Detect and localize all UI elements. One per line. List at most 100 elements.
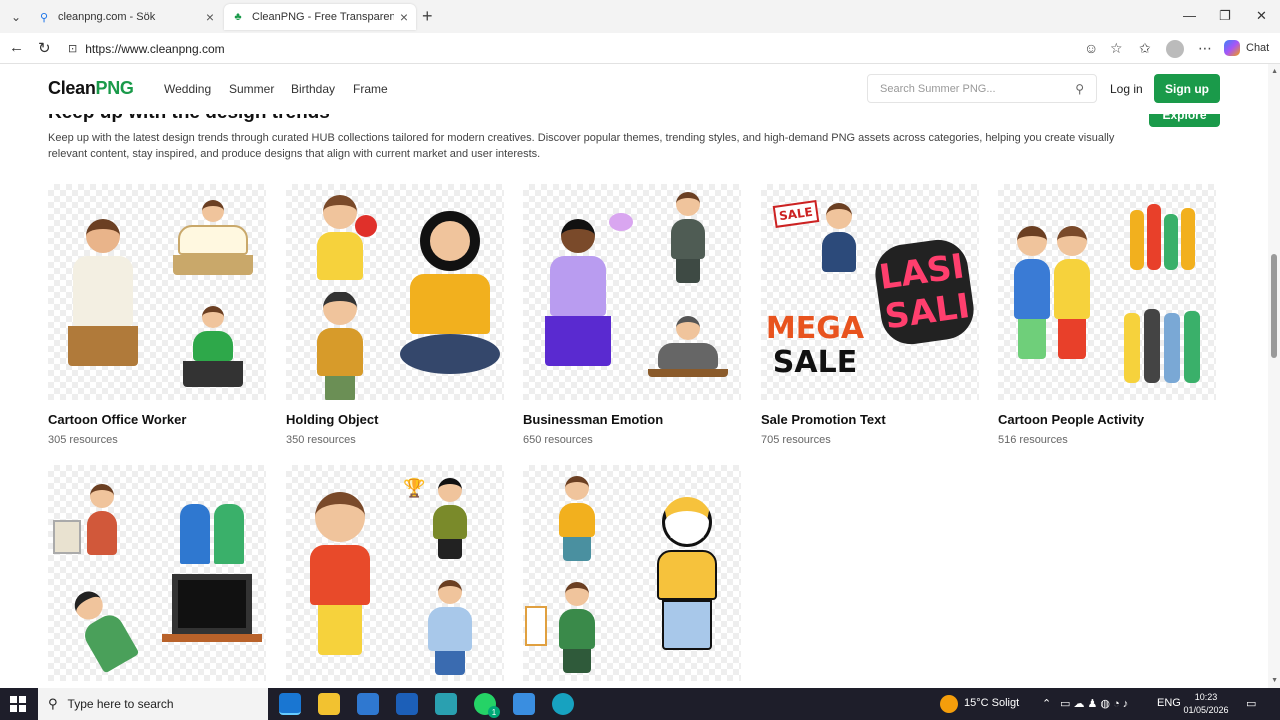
people-walking-illustration <box>1108 184 1216 290</box>
collection-thumbnail[interactable] <box>48 184 266 400</box>
signup-button[interactable]: Sign up <box>1154 74 1220 103</box>
page-scrollbar[interactable]: ▲ ▼ <box>1268 64 1280 688</box>
login-link[interactable]: Log in <box>1110 82 1143 96</box>
computer-worker-illustration <box>160 292 266 400</box>
store-icon[interactable] <box>357 693 379 715</box>
back-icon[interactable]: ← <box>9 39 24 56</box>
boy-holding-sale-sign-illustration: SALE <box>761 184 869 290</box>
group-of-people-illustration <box>1108 292 1216 400</box>
collection-title[interactable]: Businessman Emotion <box>523 412 741 427</box>
collection-thumbnail[interactable] <box>48 465 266 681</box>
happy-man-jumping-illustration <box>286 465 394 681</box>
collection-count: 516 resources <box>998 434 1068 446</box>
mega-text: MEGA <box>765 311 865 346</box>
reader-icon[interactable]: ☺ <box>1084 40 1098 56</box>
cartoon-couple-illustration <box>998 184 1106 400</box>
maximize-icon[interactable]: ❐ <box>1219 8 1231 24</box>
collection-count: 350 resources <box>286 434 356 446</box>
collection-card[interactable]: Businessman Emotion 650 resources <box>523 184 741 446</box>
notifications-icon[interactable]: ▭ <box>1246 697 1256 710</box>
tab-search[interactable]: ⚲ cleanpng.com - Sök × <box>30 4 222 30</box>
section-description: Keep up with the latest design trends th… <box>48 132 1115 160</box>
site-logo[interactable]: CleanPNG <box>48 78 134 99</box>
woman-cooking-illustration <box>48 465 156 573</box>
taskbar-clock[interactable]: 10:23 01/05/2026 <box>1180 691 1232 717</box>
app-icon[interactable] <box>435 693 457 715</box>
collection-title[interactable]: Cartoon Office Worker <box>48 412 266 427</box>
favorites-icon[interactable]: ✩ <box>1139 40 1151 57</box>
favorite-star-icon[interactable]: ☆ <box>1110 40 1123 57</box>
tab-title: cleanpng.com - Sök <box>58 11 156 23</box>
settings-app-icon[interactable] <box>513 693 535 715</box>
scroll-thumb[interactable] <box>1271 254 1277 358</box>
collection-card[interactable] <box>523 465 741 688</box>
copilot-chat-button[interactable]: Chat <box>1224 40 1269 56</box>
collection-card[interactable]: 🏆 <box>286 465 504 688</box>
weather-sun-icon[interactable] <box>940 695 958 713</box>
chat-label: Chat <box>1246 42 1270 54</box>
profile-avatar[interactable] <box>1166 40 1184 58</box>
minimize-icon[interactable]: — <box>1183 8 1196 23</box>
businessman-celebrating-illustration <box>396 573 504 681</box>
scroll-up-icon[interactable]: ▲ <box>1271 68 1278 75</box>
student-at-desk-illustration <box>633 465 741 681</box>
windows-start-icon[interactable] <box>10 696 26 712</box>
tray-icons[interactable]: ▭ ☁ ♟ ◍ ◔ ♪ <box>1060 697 1128 710</box>
clock-date: 01/05/2026 <box>1183 705 1229 715</box>
whatsapp-icon[interactable]: 1 <box>474 693 500 718</box>
collection-title[interactable]: Sale Promotion Text <box>761 412 979 427</box>
tray-overflow-icon[interactable]: ⌃ <box>1042 697 1051 710</box>
collection-card[interactable]: Cartoon Office Worker 305 resources <box>48 184 266 446</box>
tab-title: CleanPNG - Free Transparent PNG <box>252 11 394 23</box>
nav-wedding[interactable]: Wedding <box>164 82 211 96</box>
more-options-icon[interactable]: ⋯ <box>1198 40 1212 57</box>
copilot-icon <box>1224 40 1240 56</box>
tab-actions-menu-icon[interactable]: ⌄ <box>6 7 26 27</box>
copilot-app-icon[interactable] <box>552 693 574 715</box>
nav-birthday[interactable]: Birthday <box>291 82 335 96</box>
site-info-icon[interactable]: ⊡ <box>68 42 77 55</box>
collection-thumbnail[interactable] <box>998 184 1216 400</box>
collection-title[interactable]: Cartoon People Activity <box>998 412 1216 427</box>
collection-thumbnail[interactable]: 🏆 <box>286 465 504 681</box>
collection-thumbnail[interactable] <box>286 184 504 400</box>
collection-title[interactable]: Holding Object <box>286 412 504 427</box>
url-field[interactable]: ⊡ https://www.cleanpng.com <box>60 36 1110 61</box>
student-reading-illustration <box>523 465 631 571</box>
new-tab-button[interactable]: + <box>422 6 433 27</box>
refresh-icon[interactable]: ↻ <box>38 39 51 57</box>
sale-sign-text: SALE <box>772 199 820 228</box>
collection-card[interactable] <box>48 465 266 688</box>
taskbar-search-input[interactable]: ⚲ Type here to search <box>38 688 268 720</box>
collection-thumbnail[interactable]: SALE MEGA SALE LASI SALI <box>761 184 979 400</box>
mail-icon[interactable] <box>396 693 418 715</box>
collection-card[interactable]: Cartoon People Activity 516 resources <box>998 184 1216 446</box>
language-indicator[interactable]: ENG <box>1157 697 1181 709</box>
collection-card[interactable]: Holding Object 350 resources <box>286 184 504 446</box>
scroll-down-icon[interactable]: ▼ <box>1271 677 1278 684</box>
search-input[interactable]: Search Summer PNG... ⚲ <box>867 74 1097 103</box>
browser-tab-bar: ⌄ ⚲ cleanpng.com - Sök × ♣ CleanPNG - Fr… <box>0 0 1280 33</box>
close-icon[interactable]: × <box>206 9 214 25</box>
winner-trophy-illustration: 🏆 <box>396 465 504 571</box>
search-icon[interactable]: ⚲ <box>1075 82 1084 96</box>
collection-count: 705 resources <box>761 434 831 446</box>
edge-icon[interactable] <box>279 693 301 715</box>
nav-summer[interactable]: Summer <box>229 82 274 96</box>
file-explorer-icon[interactable] <box>318 693 340 715</box>
collection-card[interactable]: SALE MEGA SALE LASI SALI Sale Promotion … <box>761 184 979 446</box>
tab-cleanpng[interactable]: ♣ CleanPNG - Free Transparent PNG × <box>224 4 416 30</box>
flash-sale-illustration: LASI SALI <box>871 184 979 400</box>
mega-sale-illustration: MEGA SALE <box>761 292 869 400</box>
close-window-icon[interactable]: ✕ <box>1256 8 1267 24</box>
leaf-icon: ♣ <box>234 11 242 23</box>
tv-icon <box>172 574 252 634</box>
nav-frame[interactable]: Frame <box>353 82 388 96</box>
collection-thumbnail[interactable] <box>523 465 741 681</box>
tired-businessman-illustration <box>635 292 741 400</box>
close-icon[interactable]: × <box>400 9 408 25</box>
weather-text[interactable]: 15°C Soligt <box>964 697 1019 709</box>
collection-thumbnail[interactable] <box>523 184 741 400</box>
checklist-icon <box>525 605 547 646</box>
site-header: CleanPNG Wedding Summer Birthday Frame S… <box>0 64 1268 114</box>
